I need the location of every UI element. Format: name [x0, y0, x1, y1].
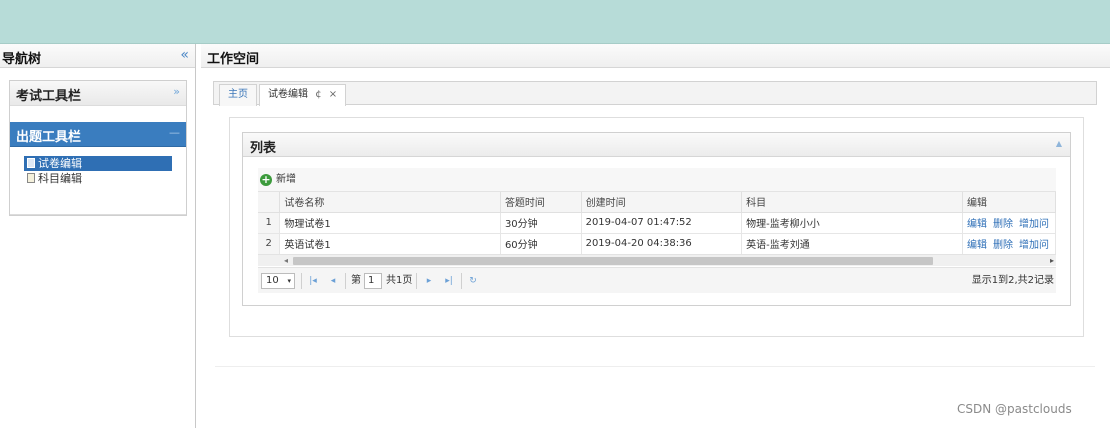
page-label-pre: 第	[351, 275, 361, 286]
row-number: 1	[258, 212, 281, 234]
cell-created: 2019-04-20 04:38:36	[581, 233, 743, 255]
nav-panel: 导航树 « 考试工具栏 » 出题工具栏 — 试卷编辑 科目编辑	[0, 44, 196, 428]
tree-item-subject-edit[interactable]: 科目编辑	[24, 171, 172, 186]
col-header-subject[interactable]: 科目	[741, 192, 963, 213]
accordion-label: 考试工具栏	[16, 89, 82, 104]
collapse-icon[interactable]: —	[169, 126, 180, 139]
add-icon: +	[260, 173, 272, 186]
file-icon	[27, 173, 35, 183]
cell-duration: 30分钟	[500, 212, 582, 234]
expand-icon[interactable]: »	[173, 85, 180, 98]
table-row[interactable]: 1 物理试卷1 30分钟 2019-04-07 01:47:52 物理-监考柳小…	[258, 212, 1057, 234]
table-row[interactable]: 2 英语试卷1 60分钟 2019-04-20 04:38:36 英语-监考刘通…	[258, 233, 1057, 255]
list-header: 列表 ▲	[243, 133, 1070, 157]
scroll-right-icon[interactable]: ▸	[1050, 255, 1054, 267]
add-button[interactable]: + 新增	[260, 172, 296, 188]
cell-name: 英语试卷1	[279, 233, 501, 255]
collapse-up-icon[interactable]: ▲	[1056, 139, 1062, 148]
add-question-link[interactable]: 增加问	[1019, 219, 1049, 230]
chevron-down-icon: ▾	[287, 277, 291, 285]
page-size-select[interactable]: 10 ▾	[261, 273, 295, 289]
divider	[215, 366, 1095, 367]
tree-item-label: 试卷编辑	[38, 157, 82, 170]
cell-duration: 60分钟	[500, 233, 582, 255]
file-icon	[27, 158, 35, 168]
tab-home[interactable]: 主页	[219, 84, 257, 106]
horizontal-scrollbar[interactable]: ◂ ▸	[258, 254, 1056, 266]
tab-bar: 主页 试卷编辑 ¢ ×	[213, 81, 1097, 106]
cell-subject: 物理-监考柳小小	[741, 212, 963, 234]
scroll-thumb[interactable]	[293, 257, 933, 265]
page-number-value: 1	[368, 275, 375, 286]
workspace-header: 工作空间	[201, 44, 1110, 68]
grid-toolbar: + 新增	[258, 168, 1056, 192]
list-title: 列表	[250, 141, 277, 156]
cell-created: 2019-04-07 01:47:52	[581, 212, 743, 234]
first-page-icon[interactable]: |◂	[306, 273, 320, 289]
add-label: 新增	[276, 174, 296, 185]
cell-subject: 英语-监考刘通	[741, 233, 963, 255]
top-banner	[0, 0, 1110, 44]
add-question-link[interactable]: 增加问	[1019, 240, 1049, 251]
accordion-label: 出题工具栏	[16, 130, 82, 145]
refresh-icon[interactable]: ¢	[315, 89, 321, 100]
workspace-title: 工作空间	[207, 52, 260, 67]
delete-link[interactable]: 删除	[993, 240, 1013, 251]
accordion-exam-toolbar[interactable]: 考试工具栏 »	[10, 81, 186, 106]
col-header-rownum	[258, 192, 281, 213]
nav-accordion: 考试工具栏 » 出题工具栏 — 试卷编辑 科目编辑	[9, 80, 187, 216]
next-page-icon[interactable]: ▸	[422, 273, 436, 289]
tree-item-paper-edit[interactable]: 试卷编辑	[24, 156, 172, 171]
paper-table: 试卷名称 答题时间 创建时间 科目 编辑 1 物理试卷1 30分钟 2019-0…	[258, 192, 1057, 255]
watermark: CSDN @pastclouds	[957, 402, 1072, 416]
accordion-body: 试卷编辑 科目编辑	[10, 147, 186, 215]
collapse-left-icon[interactable]: «	[180, 47, 189, 63]
edit-link[interactable]: 编辑	[967, 219, 987, 230]
table-header-row: 试卷名称 答题时间 创建时间 科目 编辑	[258, 192, 1057, 213]
edit-link[interactable]: 编辑	[967, 240, 987, 251]
page-total-label: 共1页	[386, 275, 413, 286]
tab-paper-edit[interactable]: 试卷编辑 ¢ ×	[259, 84, 347, 106]
tree-item-label: 科目编辑	[38, 172, 82, 185]
col-header-created[interactable]: 创建时间	[581, 192, 743, 213]
prev-page-icon[interactable]: ◂	[326, 273, 340, 289]
nav-header: 导航树 «	[0, 44, 195, 68]
refresh-icon[interactable]: ↻	[466, 273, 480, 289]
pagination-bar: 10 ▾ |◂ ◂ 第 1 共1页 ▸ ▸| ↻ 显示1到2,共2记录	[258, 267, 1056, 293]
cell-ops: 编辑 删除 增加问	[962, 233, 1057, 255]
tab-label: 试卷编辑	[268, 89, 308, 100]
last-page-icon[interactable]: ▸|	[442, 273, 456, 289]
nav-title: 导航树	[2, 52, 42, 67]
page-number-input[interactable]: 1	[364, 273, 382, 289]
page-info: 显示1到2,共2记录	[971, 275, 1054, 286]
row-number: 2	[258, 233, 281, 255]
close-icon[interactable]: ×	[329, 89, 337, 100]
scroll-left-icon[interactable]: ◂	[284, 255, 288, 267]
tab-label: 主页	[228, 89, 248, 100]
delete-link[interactable]: 删除	[993, 219, 1013, 230]
col-header-duration[interactable]: 答题时间	[500, 192, 582, 213]
page-size-value: 10	[266, 275, 279, 286]
cell-name: 物理试卷1	[279, 212, 501, 234]
col-header-edit[interactable]: 编辑	[962, 192, 1057, 213]
accordion-question-toolbar[interactable]: 出题工具栏 —	[10, 122, 186, 147]
cell-ops: 编辑 删除 增加问	[962, 212, 1057, 234]
tab-content: 列表 ▲ + 新增 试卷名称 答题时间 创建时间 科目 编辑 1 物理试卷1 3…	[229, 117, 1084, 337]
col-header-name[interactable]: 试卷名称	[279, 192, 501, 213]
